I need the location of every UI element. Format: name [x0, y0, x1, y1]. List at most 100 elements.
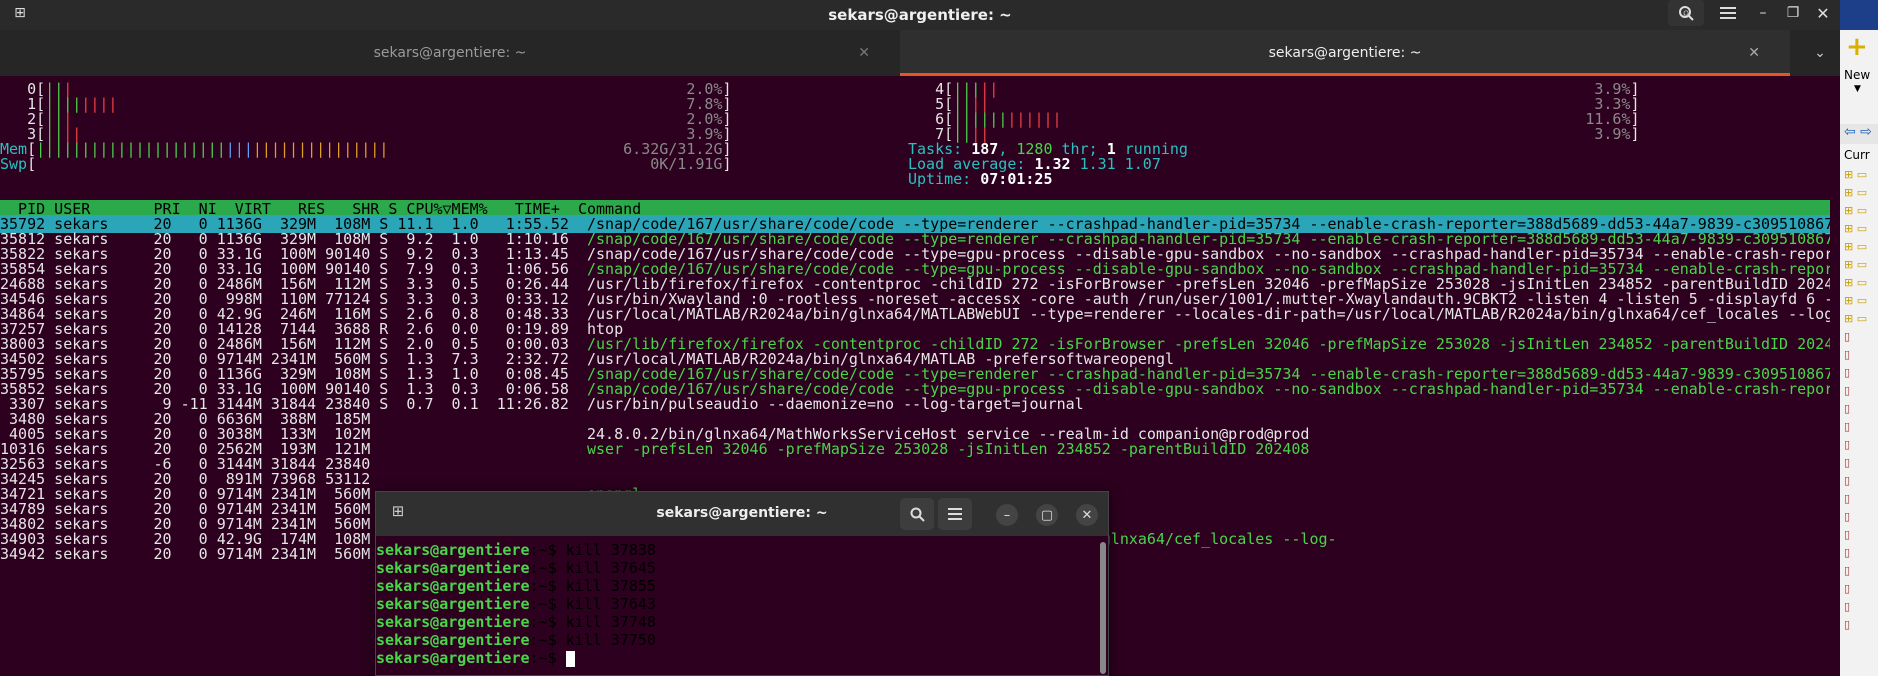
- prompt-suffix: :~$: [529, 595, 566, 613]
- folder-icon[interactable]: ⊞ ▭: [1844, 294, 1867, 307]
- file-icon[interactable]: ▯: [1844, 492, 1850, 505]
- command-text: kill 37643: [565, 595, 656, 613]
- close-icon[interactable]: ✕: [1808, 0, 1838, 26]
- maximize-icon[interactable]: ▢: [1036, 504, 1058, 526]
- text: 1.07: [1115, 155, 1161, 173]
- file-icon[interactable]: ▯: [1844, 420, 1850, 433]
- back-arrow-icon[interactable]: ⇦ ⇨: [1840, 124, 1878, 144]
- new-plus-icon[interactable]: +: [1846, 34, 1872, 60]
- file-icon[interactable]: ▯: [1844, 456, 1850, 469]
- folder-icon[interactable]: ⊞ ▭: [1844, 258, 1867, 271]
- command-text: kill 37645: [565, 559, 656, 577]
- folder-icon[interactable]: ⊞ ▭: [1844, 222, 1867, 235]
- file-icon[interactable]: ▯: [1844, 330, 1850, 343]
- minimize-icon[interactable]: –: [996, 504, 1018, 526]
- tab-label: sekars@argentiere: ~: [1268, 45, 1422, 61]
- prompt-user: sekars@argentiere: [376, 613, 530, 631]
- file-icon[interactable]: ▯: [1844, 366, 1850, 379]
- uptime-line: Uptime: 07:01:25: [908, 170, 1053, 188]
- floating-terminal-header: ⊞ sekars@argentiere: ~ – ▢ ✕: [376, 492, 1108, 536]
- prompt-suffix: :~$: [529, 631, 566, 649]
- terminal-line: sekars@argentiere:~$ kill 37750: [376, 631, 1096, 649]
- side-app-panel: + New ▼ ⇦ ⇨ Curr ⊞ ▭ ⊞ ▭ ⊞ ▭ ⊞ ▭ ⊞ ▭ ⊞ ▭ ⊞ ▭ ⊞ …: [1840, 0, 1878, 676]
- new-label[interactable]: New: [1844, 68, 1870, 82]
- terminal-line: sekars@argentiere:~$ kill 37645: [376, 559, 1096, 577]
- float-search-button[interactable]: [900, 498, 934, 530]
- prompt-suffix: :~$: [529, 613, 566, 631]
- command-text: kill 37750: [565, 631, 656, 649]
- terminal-line: sekars@argentiere:~$ kill 37855: [376, 577, 1096, 595]
- prompt-user: sekars@argentiere: [376, 559, 530, 577]
- file-icon[interactable]: ▯: [1844, 348, 1850, 361]
- text: ]: [722, 155, 732, 173]
- hamburger-icon: [948, 508, 962, 520]
- text: Uptime:: [908, 170, 981, 188]
- text: 1.31: [1070, 155, 1116, 173]
- floating-terminal-output[interactable]: sekars@argentiere:~$ kill 37838 sekars@ar…: [376, 541, 1096, 667]
- text: 07:01:25: [980, 170, 1053, 188]
- prompt-user: sekars@argentiere: [376, 577, 530, 595]
- command-text: kill 37838: [565, 541, 656, 559]
- terminal-line: sekars@argentiere:~$ kill 37643: [376, 595, 1096, 613]
- menu-button[interactable]: [1710, 0, 1746, 26]
- file-icon[interactable]: ▯: [1844, 384, 1850, 397]
- file-icon[interactable]: ▯: [1844, 474, 1850, 487]
- prompt-suffix: :~$: [529, 559, 566, 577]
- folder-icon[interactable]: ⊞ ▭: [1844, 312, 1867, 325]
- text: [: [27, 155, 37, 173]
- terminal-line: sekars@argentiere:~$ kill 37748: [376, 613, 1096, 631]
- side-app-topbar: [1840, 0, 1878, 30]
- search-button[interactable]: [1668, 0, 1704, 26]
- folder-icon[interactable]: ⊞ ▭: [1844, 240, 1867, 253]
- curr-label: Curr: [1844, 148, 1870, 162]
- command-text: kill 37748: [565, 613, 656, 631]
- terminal-line: sekars@argentiere:~$ kill 37838: [376, 541, 1096, 559]
- file-icon[interactable]: ▯: [1844, 564, 1850, 577]
- text: [36, 155, 650, 173]
- folder-icon[interactable]: ⊞ ▭: [1844, 186, 1867, 199]
- window-titlebar: ⊞ sekars@argentiere: ~ ⌕ – ❐ ✕: [0, 0, 1840, 30]
- tab-2[interactable]: sekars@argentiere: ~ ✕: [900, 30, 1790, 76]
- float-menu-button[interactable]: [938, 498, 972, 530]
- tab-close-icon[interactable]: ✕: [1748, 45, 1760, 61]
- window-title: sekars@argentiere: ~: [828, 6, 1012, 24]
- file-icon[interactable]: ▯: [1844, 528, 1850, 541]
- hamburger-icon: [1720, 7, 1736, 19]
- prompt-user: sekars@argentiere: [376, 649, 530, 667]
- file-icon[interactable]: ▯: [1844, 510, 1850, 523]
- tab-1[interactable]: sekars@argentiere: ~ ✕: [0, 30, 900, 76]
- floating-terminal-window[interactable]: ⊞ sekars@argentiere: ~ – ▢ ✕ sekars@arge…: [375, 491, 1109, 676]
- file-icon[interactable]: ▯: [1844, 546, 1850, 559]
- folder-icon[interactable]: ⊞ ▭: [1844, 204, 1867, 217]
- scrollbar[interactable]: [1100, 542, 1106, 674]
- swap-label: Swp: [0, 155, 28, 173]
- tab-label: sekars@argentiere: ~: [373, 45, 527, 61]
- folder-icon[interactable]: ⊞ ▭: [1844, 168, 1867, 181]
- prompt-suffix: :~$: [529, 541, 566, 559]
- folder-icon[interactable]: ⊞ ▭: [1844, 276, 1867, 289]
- tab-list-chevron-icon[interactable]: ⌄: [1805, 30, 1835, 76]
- magnifier-icon: [1679, 6, 1694, 21]
- swap-value: 0K/1.91G: [650, 155, 723, 173]
- prompt-user: sekars@argentiere: [376, 541, 530, 559]
- swap-meter: Swp[ 0K/1.91G]: [0, 155, 732, 173]
- file-icon[interactable]: ▯: [1844, 582, 1850, 595]
- command-text: kill 37855: [565, 577, 656, 595]
- file-icon[interactable]: ▯: [1844, 618, 1850, 631]
- file-icon[interactable]: ▯: [1844, 600, 1850, 613]
- file-icon[interactable]: ▯: [1844, 438, 1850, 451]
- prompt-line: sekars@argentiere:~$: [376, 649, 1096, 667]
- text: ]: [1630, 125, 1640, 143]
- cpu-percent: 3.9%: [1594, 125, 1631, 143]
- dropdown-icon[interactable]: ▼: [1854, 84, 1861, 94]
- close-icon[interactable]: ✕: [1076, 504, 1098, 526]
- text-cursor: [565, 650, 575, 667]
- maximize-icon[interactable]: ❐: [1778, 0, 1808, 26]
- tab-close-icon[interactable]: ✕: [858, 45, 870, 61]
- tab-bar: sekars@argentiere: ~ ✕ sekars@argentiere…: [0, 30, 1840, 76]
- prompt-suffix: :~$: [529, 577, 566, 595]
- file-icon[interactable]: ▯: [1844, 402, 1850, 415]
- minimize-icon[interactable]: –: [1748, 0, 1778, 26]
- prompt-user: sekars@argentiere: [376, 595, 530, 613]
- magnifier-icon: [910, 507, 925, 522]
